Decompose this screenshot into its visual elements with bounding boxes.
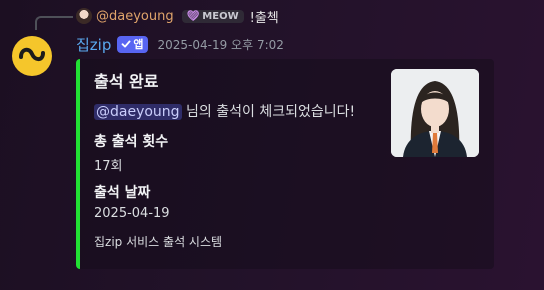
heart-icon: 💜︎	[186, 10, 200, 22]
description-text: 님의 출석이 체크되었습니다!	[181, 104, 356, 120]
reply-reference[interactable]: @daeyoung 💜︎ MEOW !출첵	[76, 7, 279, 26]
field-total-count-value: 17회	[94, 159, 123, 174]
bot-name[interactable]: 집zip	[76, 34, 111, 55]
wave-logo-icon	[19, 47, 45, 62]
reply-avatar[interactable]	[76, 8, 92, 24]
reply-message[interactable]: !출첵	[250, 7, 279, 26]
bot-avatar[interactable]	[12, 36, 52, 76]
app-tag: 앱	[117, 35, 148, 53]
portrait-photo	[391, 69, 479, 157]
reply-username[interactable]: @daeyoung	[96, 9, 174, 24]
role-badge-label: MEOW	[202, 10, 239, 22]
embed-title: 출석 완료	[94, 72, 159, 91]
checkmark-icon	[121, 40, 131, 48]
field-date-value: 2025-04-19	[94, 206, 170, 221]
message-timestamp: 2025-04-19 오후 7:02	[157, 37, 284, 52]
message-header: 집zip 앱 2025-04-19 오후 7:02	[76, 32, 284, 56]
field-total-count-label: 총 출석 횟수	[94, 134, 169, 150]
embed-description: @daeyoung 님의 출석이 체크되었습니다!	[94, 101, 355, 121]
attendance-embed: 출석 완료 @daeyoung 님의 출석이 체크되었습니다! 총 출석 횟수 …	[76, 59, 494, 269]
embed-footer: 집zip 서비스 출석 시스템	[94, 235, 223, 249]
field-date-label: 출석 날짜	[94, 185, 151, 201]
user-mention[interactable]: @daeyoung	[94, 104, 182, 120]
role-badge: 💜︎ MEOW	[181, 9, 244, 23]
reply-connector	[35, 16, 73, 30]
app-tag-label: 앱	[133, 38, 144, 51]
embed-thumbnail[interactable]	[391, 69, 479, 157]
